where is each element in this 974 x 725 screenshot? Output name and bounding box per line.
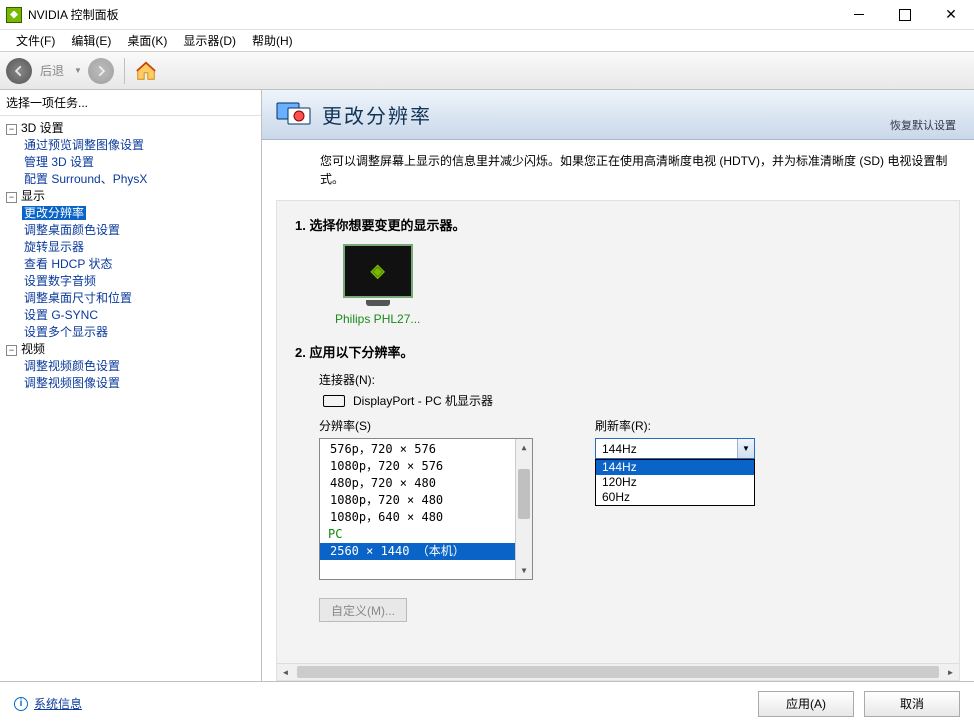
toolbar-separator	[124, 58, 125, 84]
body: 选择一项任务... −3D 设置 通过预览调整图像设置 管理 3D 设置 配置 …	[0, 90, 974, 681]
tree-item-digital-audio[interactable]: 设置数字音频	[22, 274, 98, 288]
resolution-option-selected[interactable]: 2560 × 1440 （本机）	[320, 543, 515, 560]
window-title: NVIDIA 控制面板	[28, 6, 836, 23]
menu-display[interactable]: 显示器(D)	[175, 30, 244, 51]
tree-cat-display: 显示	[21, 189, 45, 203]
settings-panel: 1. 选择你想要变更的显示器。 ◈ Philips PHL27... 2. 应用…	[276, 200, 960, 681]
tree-item-video-color[interactable]: 调整视频颜色设置	[22, 359, 122, 373]
horizontal-scrollbar[interactable]: ◄ ►	[277, 663, 959, 680]
connector-label: 连接器(N):	[319, 371, 941, 388]
back-button[interactable]	[6, 58, 32, 84]
sidebar: 选择一项任务... −3D 设置 通过预览调整图像设置 管理 3D 设置 配置 …	[0, 90, 262, 681]
tree-item-multi-display[interactable]: 设置多个显示器	[22, 325, 110, 339]
hscroll-thumb[interactable]	[297, 666, 939, 678]
monitor-selector[interactable]: ◈ Philips PHL27...	[335, 244, 420, 326]
refresh-column: 刷新率(R): 144Hz ▼ 144Hz 120Hz 60Hz	[595, 417, 755, 580]
forward-button[interactable]	[88, 58, 114, 84]
step-2-heading: 2. 应用以下分辨率。	[295, 342, 941, 361]
step-2: 2. 应用以下分辨率。 连接器(N): DisplayPort - PC 机显示…	[295, 342, 941, 622]
displayport-icon	[323, 395, 345, 407]
monitor-icon	[276, 100, 312, 130]
menu-edit[interactable]: 编辑(E)	[63, 30, 119, 51]
tree-item-gsync[interactable]: 设置 G-SYNC	[22, 308, 100, 322]
tree-cat-video: 视频	[21, 342, 45, 356]
refresh-rate-dropdown: 144Hz 120Hz 60Hz	[595, 459, 755, 506]
resolution-option[interactable]: 480p，720 × 480	[320, 475, 515, 492]
system-info-label: 系统信息	[34, 695, 82, 712]
resolution-option[interactable]: 1080p，640 × 480	[320, 509, 515, 526]
system-info-link[interactable]: i 系统信息	[14, 695, 82, 712]
tree-item-desktop-size[interactable]: 调整桌面尺寸和位置	[22, 291, 134, 305]
tree-item-change-resolution[interactable]: 更改分辨率	[22, 206, 86, 220]
resolution-label: 分辨率(S)	[319, 417, 533, 434]
connector-row: 连接器(N): DisplayPort - PC 机显示器	[319, 371, 941, 409]
resolution-scrollbar[interactable]: ▲ ▼	[515, 439, 532, 579]
scroll-up-icon[interactable]: ▲	[516, 439, 532, 456]
refresh-rate-combobox[interactable]: 144Hz ▼ 144Hz 120Hz 60Hz	[595, 438, 755, 459]
restore-defaults-link[interactable]: 恢复默认设置	[890, 117, 956, 133]
resolution-option[interactable]: 1080p，720 × 480	[320, 492, 515, 509]
nvidia-logo-icon: ◈	[371, 261, 385, 282]
resolution-group-pc: PC	[320, 526, 515, 543]
tree-toggle-3d[interactable]: −	[6, 124, 17, 135]
window-controls	[836, 0, 974, 30]
content: 更改分辨率 恢复默认设置 您可以调整屏幕上显示的信息里并减少闪烁。如果您正在使用…	[262, 90, 974, 681]
scroll-thumb[interactable]	[518, 469, 530, 519]
title-bar: NVIDIA 控制面板	[0, 0, 974, 30]
resolution-option[interactable]: 576p，720 × 576	[320, 441, 515, 458]
tree-toggle-video[interactable]: −	[6, 345, 17, 356]
home-button[interactable]	[135, 60, 157, 82]
info-icon: i	[14, 697, 28, 711]
tree-item-preview-image[interactable]: 通过预览调整图像设置	[22, 138, 146, 152]
back-label: 后退	[40, 62, 64, 79]
menu-file[interactable]: 文件(F)	[8, 30, 63, 51]
tree-item-desktop-color[interactable]: 调整桌面颜色设置	[22, 223, 122, 237]
toolbar: 后退 ▼	[0, 52, 974, 90]
chevron-down-icon[interactable]: ▼	[737, 439, 754, 458]
tree-item-surround-physx[interactable]: 配置 Surround、PhysX	[22, 172, 149, 186]
task-tree: −3D 设置 通过预览调整图像设置 管理 3D 设置 配置 Surround、P…	[0, 116, 261, 681]
tree-item-rotate-display[interactable]: 旋转显示器	[22, 240, 86, 254]
menu-help[interactable]: 帮助(H)	[244, 30, 301, 51]
page-header: 更改分辨率 恢复默认设置	[262, 90, 974, 140]
menu-desktop[interactable]: 桌面(K)	[119, 30, 175, 51]
bottom-bar: i 系统信息 应用(A) 取消	[0, 681, 974, 725]
tree-toggle-display[interactable]: −	[6, 192, 17, 203]
scroll-down-icon[interactable]: ▼	[516, 562, 532, 579]
tree-item-hdcp-status[interactable]: 查看 HDCP 状态	[22, 257, 114, 271]
tree-cat-3d: 3D 设置	[21, 121, 64, 135]
cancel-button[interactable]: 取消	[864, 691, 960, 717]
page-description: 您可以调整屏幕上显示的信息里并减少闪烁。如果您正在使用高清晰度电视 (HDTV)…	[262, 140, 974, 194]
close-button[interactable]	[928, 0, 974, 30]
apply-button[interactable]: 应用(A)	[758, 691, 854, 717]
tree-item-manage-3d[interactable]: 管理 3D 设置	[22, 155, 96, 169]
monitor-name: Philips PHL27...	[335, 312, 420, 326]
scroll-left-icon[interactable]: ◄	[277, 664, 294, 681]
step-1: 1. 选择你想要变更的显示器。 ◈ Philips PHL27...	[295, 215, 941, 326]
tree-item-video-image[interactable]: 调整视频图像设置	[22, 376, 122, 390]
nvidia-icon	[6, 7, 22, 23]
refresh-rate-selected: 144Hz	[602, 442, 637, 456]
scroll-right-icon[interactable]: ►	[942, 664, 959, 681]
resolution-refresh-row: 分辨率(S) 576p，720 × 576 1080p，720 × 576 48…	[319, 417, 941, 580]
refresh-option[interactable]: 144Hz	[596, 460, 754, 475]
monitor-thumbnail: ◈	[343, 244, 413, 298]
refresh-label: 刷新率(R):	[595, 417, 755, 434]
resolution-option[interactable]: 1080p，720 × 576	[320, 458, 515, 475]
minimize-button[interactable]	[836, 0, 882, 30]
sidebar-header: 选择一项任务...	[0, 90, 261, 116]
resolution-listbox[interactable]: 576p，720 × 576 1080p，720 × 576 480p，720 …	[319, 438, 533, 580]
menu-bar: 文件(F) 编辑(E) 桌面(K) 显示器(D) 帮助(H)	[0, 30, 974, 52]
back-history-dropdown[interactable]: ▼	[72, 58, 84, 84]
connector-value-row: DisplayPort - PC 机显示器	[323, 392, 941, 409]
refresh-option[interactable]: 120Hz	[596, 475, 754, 490]
step-1-heading: 1. 选择你想要变更的显示器。	[295, 215, 941, 234]
page-title: 更改分辨率	[322, 100, 432, 129]
resolution-column: 分辨率(S) 576p，720 × 576 1080p，720 × 576 48…	[319, 417, 533, 580]
connector-value: DisplayPort - PC 机显示器	[353, 392, 493, 409]
customize-button[interactable]: 自定义(M)...	[319, 598, 407, 622]
maximize-button[interactable]	[882, 0, 928, 30]
refresh-option[interactable]: 60Hz	[596, 490, 754, 505]
